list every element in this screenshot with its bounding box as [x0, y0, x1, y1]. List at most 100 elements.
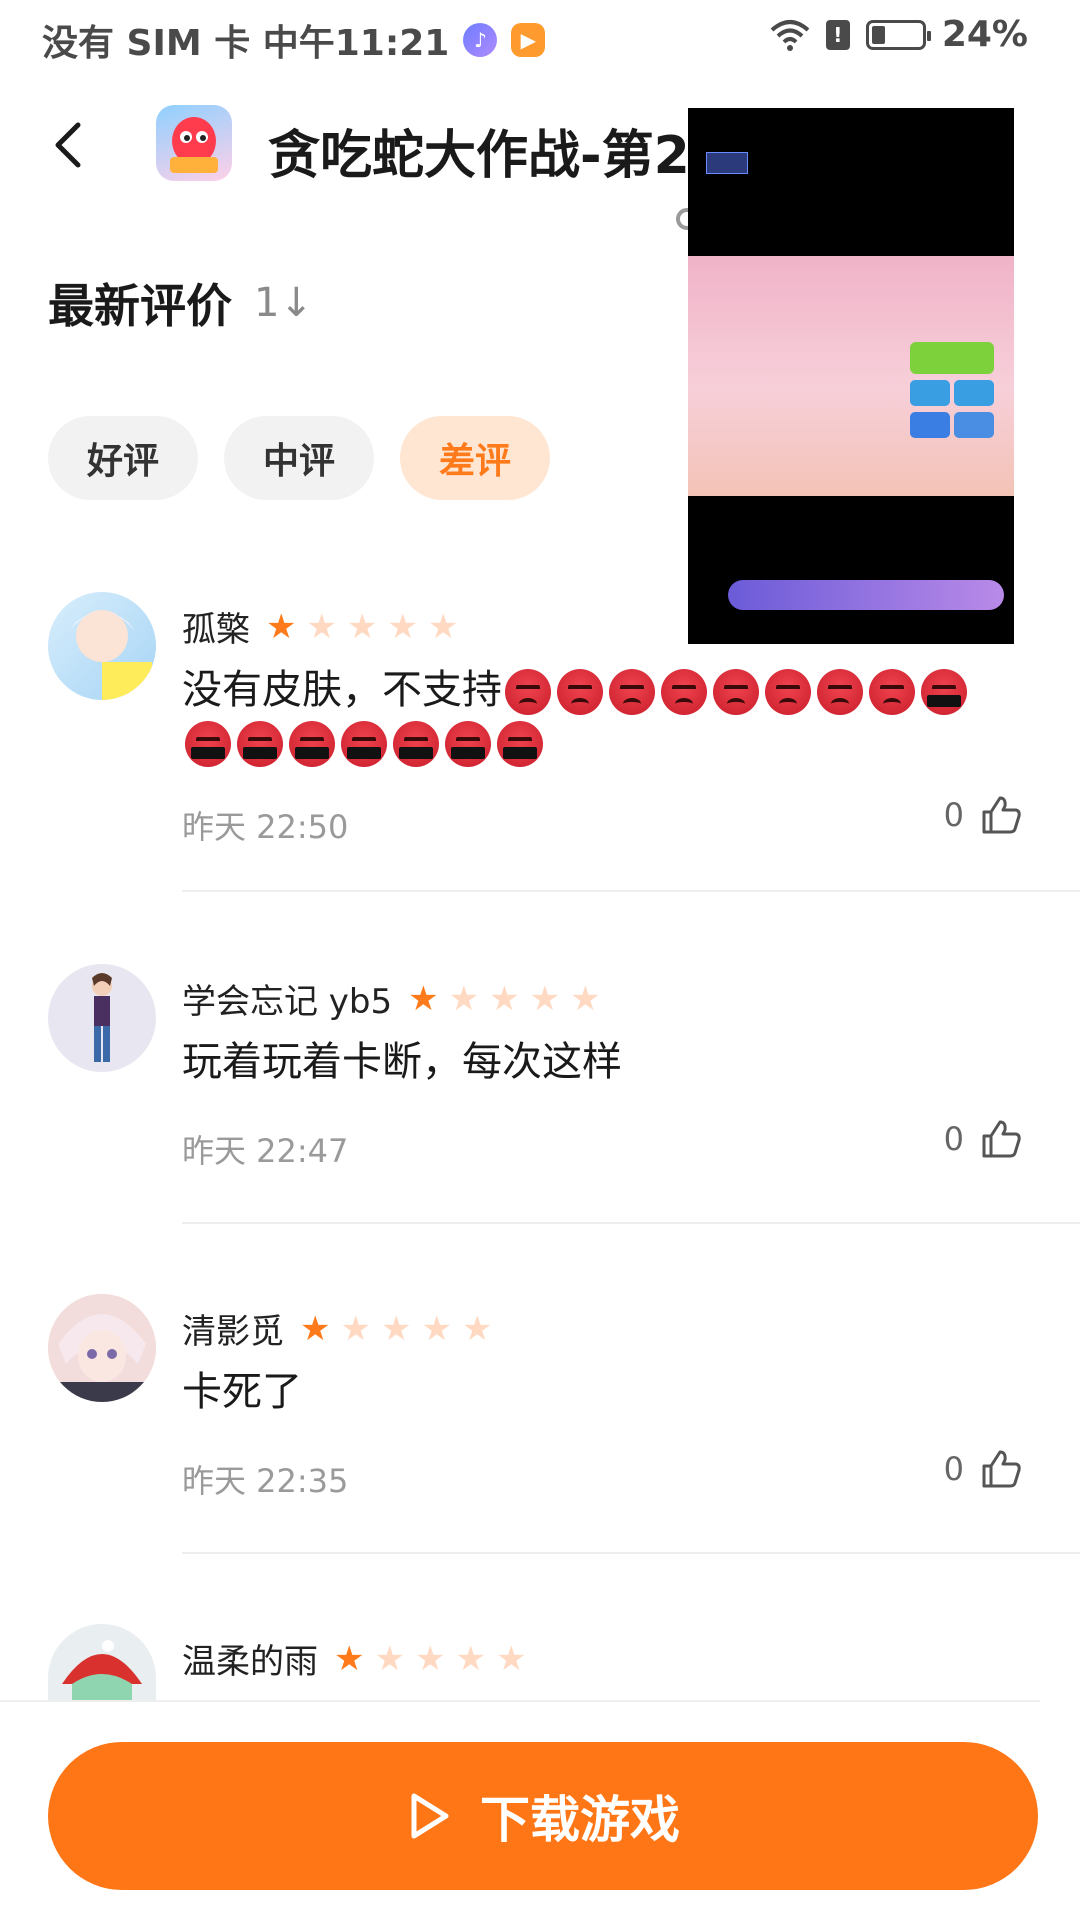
star-rating: ★ ★ ★ ★ ★ — [266, 610, 458, 644]
battery-percent: 24% — [941, 14, 1028, 55]
star-empty-icon: ★ — [380, 1308, 412, 1349]
star-rating: ★ ★ ★ ★ ★ — [300, 1312, 492, 1346]
like-button[interactable]: 0 — [944, 1116, 1024, 1162]
download-label: 下载游戏 — [480, 1791, 680, 1849]
like-count: 0 — [943, 796, 964, 834]
video-blue-button — [954, 412, 994, 438]
thumbs-up-icon — [982, 1450, 1021, 1488]
filter-chips: 好评 中评 差评 — [48, 416, 550, 500]
user-name: 学会忘记 yb5 — [182, 982, 393, 1022]
cursing-face-icon — [921, 669, 967, 715]
like-button[interactable]: 0 — [944, 1446, 1024, 1492]
star-empty-icon: ★ — [455, 1638, 486, 1679]
like-count: 0 — [943, 1450, 964, 1488]
filter-bad[interactable]: 差评 — [400, 416, 550, 500]
video-green-button — [910, 342, 994, 374]
review-time: 昨天 22:47 — [182, 1132, 349, 1170]
avatar[interactable] — [48, 1624, 156, 1700]
cursing-face-icon — [393, 721, 439, 767]
cursing-face-icon — [237, 721, 283, 767]
battery-icon — [865, 19, 931, 50]
review-text-body: 没有皮肤，不支持 — [182, 667, 502, 713]
status-bar: 没有 SIM 卡 中午11:21 ♪ ▶ ! 24% — [0, 0, 1080, 80]
thumbs-up-icon — [982, 1120, 1021, 1158]
user-name: 孤檠 — [182, 610, 250, 650]
cursing-face-icon — [341, 721, 387, 767]
divider — [182, 890, 1080, 892]
user-name: 温柔的雨 — [182, 1642, 318, 1682]
filter-neutral[interactable]: 中评 — [224, 416, 374, 500]
floating-video-window[interactable] — [688, 108, 1014, 644]
video-blue-button — [954, 380, 994, 406]
review-text: 玩着玩着卡断，每次这样 — [182, 1039, 622, 1085]
star-empty-icon: ★ — [489, 978, 520, 1019]
status-right: ! 24% — [770, 14, 1028, 55]
angry-face-icon — [869, 669, 915, 715]
star-filled-icon: ★ — [300, 1308, 331, 1349]
carrier-time: 没有 SIM 卡 中午11:21 — [42, 23, 450, 64]
star-filled-icon: ★ — [334, 1638, 365, 1679]
sort-icon[interactable]: 1↓ — [254, 280, 313, 326]
angry-face-icon — [661, 669, 707, 715]
video-top-area — [688, 108, 1014, 256]
angry-face-icon — [817, 669, 863, 715]
star-empty-icon: ★ — [461, 1308, 493, 1349]
star-empty-icon: ★ — [346, 606, 378, 647]
star-empty-icon: ★ — [448, 978, 480, 1019]
review-header: 温柔的雨 ★ ★ ★ ★ ★ — [182, 1634, 526, 1683]
star-empty-icon: ★ — [495, 1638, 527, 1679]
avatar[interactable] — [48, 1294, 156, 1402]
angry-face-icon — [505, 669, 551, 715]
cursing-face-icon — [289, 721, 335, 767]
divider — [182, 1222, 1080, 1224]
bottom-divider — [0, 1700, 1040, 1702]
star-empty-icon: ★ — [374, 1638, 405, 1679]
like-button[interactable]: 0 — [944, 792, 1024, 838]
review-text: 卡死了 — [182, 1369, 302, 1415]
video-bottom-area — [688, 496, 1014, 644]
cursing-face-icon — [497, 721, 543, 767]
play-icon — [411, 1793, 449, 1839]
star-filled-icon: ★ — [266, 606, 297, 647]
download-game-button[interactable]: 下载游戏 — [48, 1742, 1038, 1890]
section-title-text: 最新评价 — [48, 279, 232, 333]
game-logo-icon — [156, 105, 232, 181]
review-time: 昨天 22:35 — [182, 1462, 349, 1500]
star-empty-icon: ★ — [427, 606, 459, 647]
angry-face-icon — [765, 669, 811, 715]
star-empty-icon: ★ — [529, 978, 561, 1019]
page-title: 贪吃蛇大作战-第2 — [268, 126, 688, 186]
video-blue-button — [910, 380, 950, 406]
star-rating: ★ ★ ★ ★ ★ — [408, 982, 600, 1016]
video-play-icon: ▶ — [511, 23, 546, 57]
wifi-icon — [770, 19, 810, 51]
review-header: 孤檠 ★ ★ ★ ★ ★ — [182, 602, 458, 651]
review-header: 清影觅 ★ ★ ★ ★ ★ — [182, 1304, 492, 1353]
alert-icon: ! — [825, 19, 850, 50]
thumbs-up-icon — [982, 796, 1021, 834]
star-empty-icon: ★ — [421, 1308, 452, 1349]
star-empty-icon: ★ — [340, 1308, 371, 1349]
angry-face-icon — [609, 669, 655, 715]
review-time: 昨天 22:50 — [182, 808, 349, 846]
video-panel — [706, 152, 748, 174]
user-name: 清影觅 — [182, 1312, 284, 1352]
back-button[interactable] — [40, 115, 100, 175]
review-header: 学会忘记 yb5 ★ ★ ★ ★ ★ — [182, 974, 601, 1023]
avatar[interactable] — [48, 964, 156, 1072]
star-empty-icon: ★ — [387, 606, 418, 647]
divider — [182, 1552, 1080, 1554]
star-filled-icon: ★ — [408, 978, 439, 1019]
back-arrow-icon — [55, 122, 81, 168]
section-title: 最新评价 1↓ — [48, 270, 313, 336]
video-progress-bar — [728, 580, 1004, 610]
music-icon: ♪ — [463, 23, 498, 57]
avatar[interactable] — [48, 592, 156, 700]
angry-face-icon — [713, 669, 759, 715]
filter-good[interactable]: 好评 — [48, 416, 198, 500]
video-game-scene — [688, 256, 1014, 496]
star-empty-icon: ★ — [414, 1638, 446, 1679]
cursing-face-icon — [445, 721, 491, 767]
battery-fill — [871, 25, 885, 44]
star-rating: ★ ★ ★ ★ ★ — [334, 1642, 526, 1676]
